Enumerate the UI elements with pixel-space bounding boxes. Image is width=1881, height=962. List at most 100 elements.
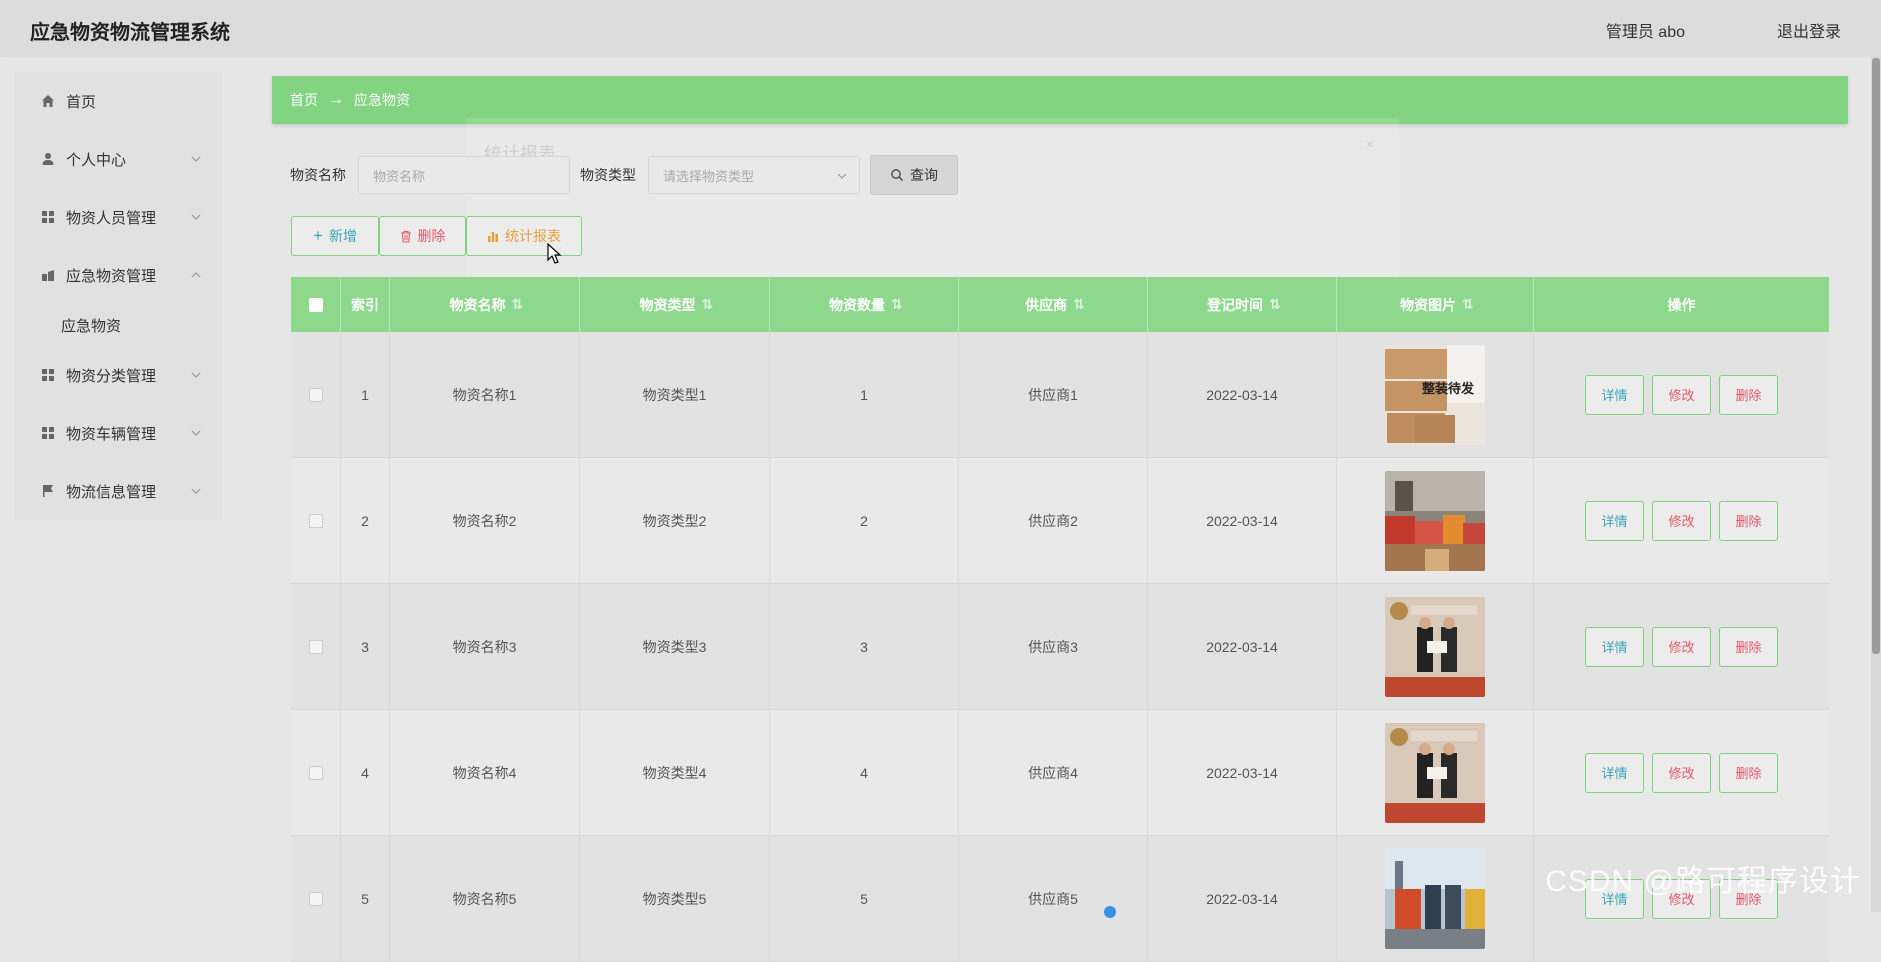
- grid-icon: [40, 367, 56, 383]
- cell-image: [1337, 458, 1534, 583]
- edit-button[interactable]: 修改: [1652, 374, 1711, 415]
- edit-button[interactable]: 修改: [1652, 500, 1711, 541]
- action-toolbar: + 新增 删除 统计报表: [291, 216, 582, 256]
- detail-button[interactable]: 详情: [1585, 500, 1644, 541]
- sidebar-item-label: 个人中心: [66, 151, 127, 169]
- bar-chart-icon: [488, 232, 498, 242]
- row-checkbox[interactable]: [308, 639, 323, 654]
- supply-image-supplies[interactable]: [1385, 470, 1485, 571]
- delete-button[interactable]: 删除: [379, 216, 466, 256]
- select-all-checkbox[interactable]: [308, 297, 323, 312]
- table-row: 1 物资名称1 物资类型1 1 供应商1 2022-03-14 整装待发 详情 …: [291, 332, 1829, 458]
- cell-type: 物资类型3: [580, 584, 770, 709]
- header-label: 物资数量: [829, 296, 885, 313]
- delete-row-button[interactable]: 删除: [1719, 374, 1778, 415]
- admin-name: 管理员 abo: [1605, 24, 1685, 41]
- cell-date: 2022-03-14: [1148, 584, 1337, 709]
- cell-qty: 3: [770, 584, 959, 709]
- cell-name: 物资名称1: [390, 332, 580, 457]
- cell-actions: 详情 修改 删除: [1534, 584, 1829, 709]
- add-button[interactable]: + 新增: [291, 216, 379, 256]
- detail-button[interactable]: 详情: [1585, 752, 1644, 793]
- detail-button[interactable]: 详情: [1585, 626, 1644, 667]
- detail-button[interactable]: 详情: [1585, 374, 1644, 415]
- row-checkbox[interactable]: [308, 891, 323, 906]
- cell-supplier: 供应商2: [959, 458, 1148, 583]
- sidebar-item-categories[interactable]: 物资分类管理: [14, 346, 222, 404]
- cell-index: 1: [341, 332, 390, 457]
- cell-name: 物资名称2: [390, 458, 580, 583]
- header-type[interactable]: 物资类型 ⇅: [580, 277, 770, 332]
- header-index: 索引: [341, 277, 390, 332]
- logout-link[interactable]: 退出登录: [1777, 18, 1841, 42]
- sidebar-item-logistics[interactable]: 物流信息管理: [14, 462, 222, 520]
- supply-image-ceremony[interactable]: [1385, 596, 1485, 697]
- name-input[interactable]: 物资名称: [358, 156, 570, 194]
- table-row: 2 物资名称2 物资类型2 2 供应商2 2022-03-14 详情 修改 删除: [291, 458, 1829, 584]
- floating-indicator-icon: [1104, 906, 1116, 918]
- query-button-label: 查询: [910, 167, 938, 183]
- close-icon[interactable]: ×: [1366, 136, 1374, 152]
- sidebar-item-label: 应急物资管理: [66, 267, 157, 285]
- stats-report-button[interactable]: 统计报表: [466, 216, 582, 256]
- row-select-cell: [291, 710, 341, 835]
- sidebar: 首页 个人中心 物资人员管理 应急物资管理 应急物资 物资分类管理 物资车辆管理: [14, 72, 222, 520]
- cell-qty: 4: [770, 710, 959, 835]
- delete-row-button[interactable]: 删除: [1719, 752, 1778, 793]
- chevron-down-icon: [837, 173, 847, 179]
- sidebar-item-vehicles[interactable]: 物资车辆管理: [14, 404, 222, 462]
- cell-image: [1337, 836, 1534, 961]
- edit-button[interactable]: 修改: [1652, 752, 1711, 793]
- header-image[interactable]: 物资图片 ⇅: [1337, 277, 1534, 332]
- supply-image-boxes[interactable]: 整装待发: [1385, 344, 1485, 445]
- cell-date: 2022-03-14: [1148, 458, 1337, 583]
- cell-qty: 1: [770, 332, 959, 457]
- header-label: 登记时间: [1207, 296, 1263, 313]
- sort-icon: ⇅: [1462, 296, 1474, 312]
- sort-icon: ⇅: [511, 296, 524, 312]
- header-date[interactable]: 登记时间 ⇅: [1148, 277, 1337, 332]
- cell-supplier: 供应商4: [959, 710, 1148, 835]
- name-label: 物资名称: [290, 167, 346, 183]
- header-supplier[interactable]: 供应商 ⇅: [959, 277, 1148, 332]
- cell-image: [1337, 584, 1534, 709]
- sort-icon: ⇅: [1073, 296, 1085, 312]
- row-select-cell: [291, 836, 341, 961]
- flag-icon: [40, 483, 56, 499]
- sidebar-item-label: 物资分类管理: [66, 367, 157, 385]
- sidebar-subitem-emergency-supplies[interactable]: 应急物资: [14, 304, 222, 346]
- delete-row-button[interactable]: 删除: [1719, 500, 1778, 541]
- sidebar-item-emergency-supplies[interactable]: 应急物资管理: [14, 246, 222, 304]
- supply-image-outdoor[interactable]: [1385, 848, 1485, 949]
- grid-icon: [40, 425, 56, 441]
- row-checkbox[interactable]: [308, 765, 323, 780]
- user-icon: [40, 151, 56, 167]
- header-name[interactable]: 物资名称 ⇅: [390, 277, 580, 332]
- header-label: 供应商: [1025, 296, 1067, 313]
- cell-type: 物资类型4: [580, 710, 770, 835]
- row-checkbox[interactable]: [308, 513, 323, 528]
- delete-row-button[interactable]: 删除: [1719, 626, 1778, 667]
- app-title: 应急物资物流管理系统: [30, 22, 230, 44]
- breadcrumb-home[interactable]: 首页: [290, 90, 318, 110]
- page-scrollbar-thumb[interactable]: [1872, 58, 1880, 654]
- sort-icon: ⇅: [1269, 296, 1281, 312]
- header-qty[interactable]: 物资数量 ⇅: [770, 277, 959, 332]
- supply-image-ceremony[interactable]: [1385, 722, 1485, 823]
- query-button[interactable]: 查询: [870, 155, 958, 195]
- chevron-down-icon: [191, 214, 201, 220]
- cell-image: 整装待发: [1337, 332, 1534, 457]
- row-checkbox[interactable]: [308, 387, 323, 402]
- edit-button[interactable]: 修改: [1652, 626, 1711, 667]
- cell-name: 物资名称4: [390, 710, 580, 835]
- sidebar-item-home[interactable]: 首页: [14, 72, 222, 130]
- cell-supplier: 供应商1: [959, 332, 1148, 457]
- sidebar-item-label: 物资车辆管理: [66, 425, 157, 443]
- sidebar-item-personnel[interactable]: 物资人员管理: [14, 188, 222, 246]
- cell-actions: 详情 修改 删除: [1534, 332, 1829, 457]
- type-select[interactable]: 请选择物资类型: [648, 156, 860, 194]
- top-bar: 应急物资物流管理系统 管理员 abo 退出登录: [0, 0, 1881, 56]
- sort-icon: ⇅: [891, 296, 903, 312]
- sidebar-item-profile[interactable]: 个人中心: [14, 130, 222, 188]
- header-label: 物资名称: [449, 296, 506, 313]
